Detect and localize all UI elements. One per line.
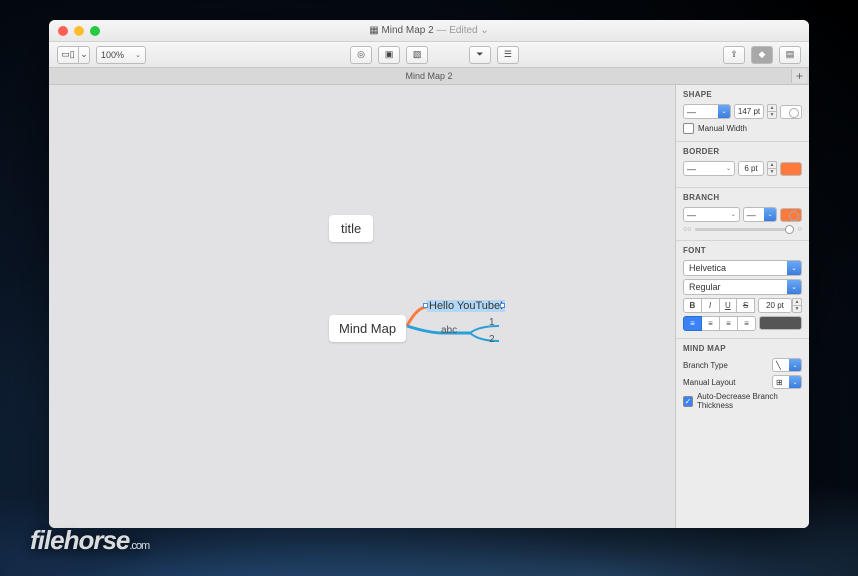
font-size-input[interactable]: 20 pt xyxy=(758,298,792,313)
watermark: filehorse.com xyxy=(30,525,149,556)
bold-button[interactable]: B xyxy=(683,298,702,313)
close-button[interactable] xyxy=(58,26,68,36)
shape-color-swatch[interactable] xyxy=(780,105,802,119)
node-abc[interactable]: abc xyxy=(441,325,457,336)
chevron-down-icon[interactable]: ⌄ xyxy=(480,25,488,36)
content-area: title Mind Map Hello YouTube! abc 1 2 SH… xyxy=(49,85,809,528)
align-justify-button[interactable]: ≡ xyxy=(737,316,756,331)
inspector-shape: SHAPE —⌄ 147 pt ▲▼ Manual Width xyxy=(676,85,809,142)
border-style-select[interactable]: —⌄ xyxy=(683,161,735,176)
manual-width-label: Manual Width xyxy=(698,124,747,133)
font-heading: FONT xyxy=(683,246,802,255)
toolbar-layout-button[interactable]: ⏷ xyxy=(469,46,491,64)
branch-lines xyxy=(49,85,675,528)
minimize-button[interactable] xyxy=(74,26,84,36)
branch-end-select[interactable]: —⌄ xyxy=(743,207,777,222)
toolbar-image-button[interactable]: ▧ xyxy=(406,46,428,64)
branch-heading: BRANCH xyxy=(683,193,802,202)
auto-decrease-checkbox[interactable]: ✓ xyxy=(683,396,693,407)
branch-type-label: Branch Type xyxy=(683,361,728,370)
traffic-lights xyxy=(49,26,100,36)
inspector-panel: SHAPE —⌄ 147 pt ▲▼ Manual Width BORDER —… xyxy=(675,85,809,528)
slider-max-icon: ○ xyxy=(798,226,802,233)
view-dropdown[interactable]: ⌄ xyxy=(78,46,90,64)
canvas[interactable]: title Mind Map Hello YouTube! abc 1 2 xyxy=(49,85,675,528)
view-segment: ▭▯ ⌄ xyxy=(57,46,90,64)
inspector-toggle-button[interactable]: ◆ xyxy=(751,46,773,64)
manual-width-checkbox[interactable] xyxy=(683,123,694,134)
window-title: ▦ Mind Map 2 — Edited ⌄ xyxy=(49,25,809,36)
font-color-swatch[interactable] xyxy=(759,316,802,330)
toolbar-outline-button[interactable]: ☰ xyxy=(497,46,519,64)
inspector-mindmap: MIND MAP Branch Type ╲⌄ Manual Layout ⊞⌄… xyxy=(676,339,809,417)
toolbar-collapse-button[interactable]: ▣ xyxy=(378,46,400,64)
selection-handle[interactable] xyxy=(500,303,505,308)
doc-icon: ▦ xyxy=(369,25,381,36)
chevron-down-icon: ⌄ xyxy=(135,51,141,59)
edited-label: — Edited xyxy=(436,25,477,36)
font-size-stepper[interactable]: ▲▼ xyxy=(792,298,802,313)
node-hello-youtube[interactable]: Hello YouTube! xyxy=(427,300,505,312)
shape-width-stepper[interactable]: ▲▼ xyxy=(767,104,777,119)
node-1[interactable]: 1 xyxy=(489,317,495,328)
font-family-select[interactable]: Helvetica⌄ xyxy=(683,260,802,276)
underline-button[interactable]: U xyxy=(719,298,738,313)
document-inspector-button[interactable]: ▤ xyxy=(779,46,801,64)
inspector-font: FONT Helvetica⌄ Regular⌄ B I U S 20 pt ▲… xyxy=(676,241,809,339)
inspector-branch: BRANCH —⌄ —⌄ ○○ ○ xyxy=(676,188,809,241)
italic-button[interactable]: I xyxy=(701,298,720,313)
tabbar: Mind Map 2 + xyxy=(49,68,809,85)
share-button[interactable]: ⇪ xyxy=(723,46,745,64)
app-window: ▦ Mind Map 2 — Edited ⌄ ▭▯ ⌄ 100%⌄ ◎ ▣ ▧… xyxy=(49,20,809,528)
zoom-select[interactable]: 100%⌄ xyxy=(96,46,146,64)
branch-thickness-slider[interactable] xyxy=(695,228,793,231)
manual-layout-select[interactable]: ⊞⌄ xyxy=(772,375,802,389)
mindmap-heading: MIND MAP xyxy=(683,344,802,353)
sidebar-toggle-button[interactable]: ▭▯ xyxy=(57,46,79,64)
slider-min-icon: ○○ xyxy=(683,226,691,233)
titlebar: ▦ Mind Map 2 — Edited ⌄ xyxy=(49,20,809,42)
shape-style-select[interactable]: —⌄ xyxy=(683,104,731,119)
border-width-stepper[interactable]: ▲▼ xyxy=(767,161,777,176)
manual-layout-label: Manual Layout xyxy=(683,378,735,387)
align-center-button[interactable]: ≡ xyxy=(701,316,720,331)
inspector-border: BORDER —⌄ 6 pt ▲▼ xyxy=(676,142,809,188)
font-style-select[interactable]: Regular⌄ xyxy=(683,279,802,295)
border-heading: BORDER xyxy=(683,147,802,156)
auto-decrease-label: Auto-Decrease Branch Thickness xyxy=(697,392,802,410)
branch-color-swatch[interactable] xyxy=(780,208,802,222)
selection-handle[interactable] xyxy=(423,303,428,308)
branch-type-select[interactable]: ╲⌄ xyxy=(772,358,802,372)
tab-mindmap2[interactable]: Mind Map 2 xyxy=(405,71,452,81)
border-width-input[interactable]: 6 pt xyxy=(738,161,764,176)
tab-add-button[interactable]: + xyxy=(791,69,807,83)
border-color-swatch[interactable] xyxy=(780,162,802,176)
node-2[interactable]: 2 xyxy=(489,334,495,345)
node-mind-map[interactable]: Mind Map xyxy=(329,315,406,342)
maximize-button[interactable] xyxy=(90,26,100,36)
strikethrough-button[interactable]: S xyxy=(736,298,755,313)
toolbar: ▭▯ ⌄ 100%⌄ ◎ ▣ ▧ ⏷ ☰ ⇪ ◆ ▤ xyxy=(49,42,809,68)
branch-start-select[interactable]: —⌄ xyxy=(683,207,740,222)
shape-heading: SHAPE xyxy=(683,90,802,99)
node-title[interactable]: title xyxy=(329,215,373,242)
align-left-button[interactable]: ≡ xyxy=(683,316,702,331)
toolbar-target-button[interactable]: ◎ xyxy=(350,46,372,64)
shape-width-input[interactable]: 147 pt xyxy=(734,104,764,119)
align-right-button[interactable]: ≡ xyxy=(719,316,738,331)
